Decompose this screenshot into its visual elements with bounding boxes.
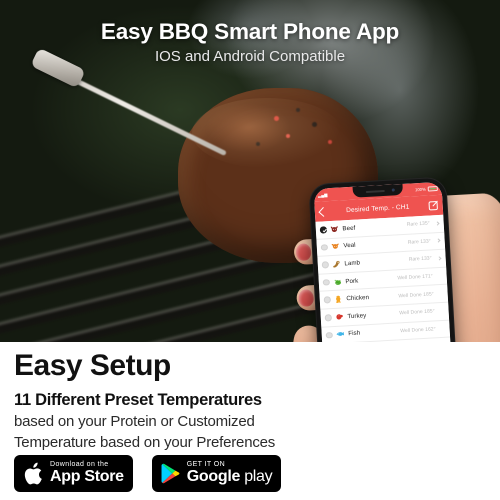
preset-name: Turkey bbox=[347, 311, 367, 321]
chevron-left-icon[interactable] bbox=[318, 206, 329, 217]
beef-icon bbox=[330, 224, 339, 233]
battery-percent-label: 100% bbox=[414, 186, 426, 193]
battery-icon bbox=[427, 185, 438, 192]
app-store-badge-big-text: App Store bbox=[50, 467, 124, 485]
chevron-right-icon[interactable] bbox=[434, 220, 440, 226]
pork-icon bbox=[333, 277, 342, 286]
preset-value: Well Done 185° bbox=[398, 291, 434, 300]
google-play-badge[interactable]: GET IT ON Google play bbox=[151, 455, 282, 492]
preset-value: Well Done 171° bbox=[397, 273, 433, 282]
fingernail bbox=[295, 243, 312, 261]
preset-radio-beef[interactable] bbox=[319, 226, 327, 234]
preset-name: Veal bbox=[343, 242, 356, 250]
marketing-body-1: based on your Protein or Customized bbox=[14, 412, 255, 430]
preset-name: Beef bbox=[342, 224, 356, 233]
marketing-copy: Easy Setup 11 Different Preset Temperatu… bbox=[14, 350, 324, 452]
chevron-right-icon[interactable] bbox=[436, 256, 442, 261]
page-title: Easy BBQ Smart Phone App bbox=[100, 19, 400, 44]
preset-radio-pork[interactable] bbox=[322, 278, 330, 286]
phone-notch bbox=[352, 183, 404, 198]
preset-radio-lamb[interactable] bbox=[321, 261, 329, 269]
apple-logo-icon bbox=[24, 462, 42, 484]
earpiece-speaker bbox=[365, 189, 385, 193]
google-play-badge-big-text: Google play bbox=[186, 467, 273, 485]
chevron-right-icon[interactable] bbox=[435, 238, 441, 244]
hero-title-block: Easy BBQ Smart Phone App IOS and Android… bbox=[0, 0, 500, 84]
marketing-subhead: 11 Different Preset Temperatures bbox=[14, 390, 262, 409]
edit-pencil-icon[interactable] bbox=[428, 200, 438, 211]
veal-icon bbox=[331, 242, 340, 251]
preset-name: Chicken bbox=[346, 294, 370, 303]
preset-value: Rare 133° bbox=[408, 255, 432, 264]
preset-radio-veal[interactable] bbox=[320, 243, 328, 251]
front-camera bbox=[391, 188, 395, 192]
preset-value: Rare 133° bbox=[407, 238, 431, 246]
marketing-headline: Easy Setup bbox=[14, 349, 171, 382]
fingernail bbox=[298, 289, 315, 307]
status-bar-left: ▂▄▆ bbox=[318, 192, 328, 198]
status-bar-right: 100% bbox=[414, 185, 438, 193]
preset-radio-chicken[interactable] bbox=[323, 296, 331, 304]
store-badges: Download on the App Store GET IT ON Goog… bbox=[14, 455, 282, 492]
preset-name: Fish bbox=[348, 329, 361, 338]
turkey-icon bbox=[335, 312, 344, 321]
fish-icon bbox=[336, 330, 345, 339]
app-bar-title: Desired Temp. - CH1 bbox=[345, 203, 410, 214]
promo-image: Easy BBQ Smart Phone App IOS and Android… bbox=[0, 0, 500, 500]
marketing-panel: Easy Setup 11 Different Preset Temperatu… bbox=[0, 342, 500, 500]
google-play-triangle-icon bbox=[161, 463, 180, 484]
page-subtitle: IOS and Android Compatible bbox=[154, 48, 346, 65]
preset-name: Pork bbox=[345, 277, 359, 285]
preset-name: Lamb bbox=[344, 259, 361, 268]
preset-value: Well Done 162° bbox=[400, 326, 436, 335]
signal-icon: ▂▄▆ bbox=[317, 192, 328, 198]
lamb-icon bbox=[332, 260, 341, 269]
marketing-body-2: Temperature based on your Preferences bbox=[14, 433, 276, 451]
app-store-badge[interactable]: Download on the App Store bbox=[14, 455, 133, 492]
preset-radio-fish[interactable] bbox=[325, 331, 333, 339]
chicken-icon bbox=[334, 295, 343, 304]
preset-value: Well Done 185° bbox=[399, 308, 435, 317]
preset-radio-turkey[interactable] bbox=[324, 314, 332, 322]
preset-value: Rare 135° bbox=[406, 220, 430, 229]
